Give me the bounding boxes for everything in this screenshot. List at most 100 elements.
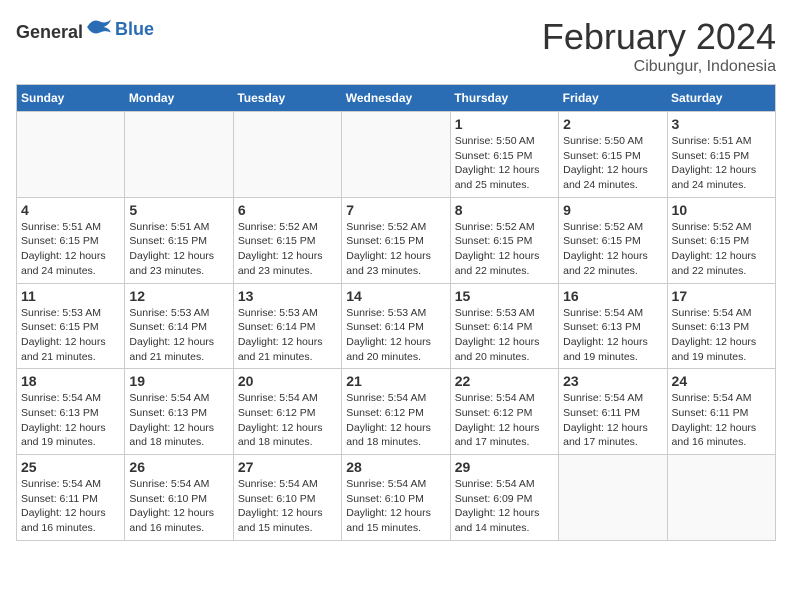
title-block: February 2024 Cibungur, Indonesia: [542, 16, 776, 76]
calendar-cell: 20Sunrise: 5:54 AM Sunset: 6:12 PM Dayli…: [233, 369, 341, 455]
week-row-2: 11 Sunrise: 5:53 AM Sunset: 6:15 PM Dayli…: [17, 283, 776, 369]
day-info: Sunrise: 5:54 AM Sunset: 6:10 PM Dayligh…: [346, 477, 445, 536]
day-header-tuesday: Tuesday: [233, 85, 341, 112]
day-header-wednesday: Wednesday: [342, 85, 450, 112]
day-info: Sunrise: 5:52 AM Sunset: 6:15 PM Dayligh…: [563, 220, 662, 279]
day-info: Sunrise: 5:54 AM Sunset: 6:12 PM Dayligh…: [346, 391, 445, 450]
day-number: 12: [129, 288, 228, 304]
day-info: Sunrise: 5:52 AM Sunset: 6:15 PM Dayligh…: [672, 220, 771, 279]
day-number: 17: [672, 288, 771, 304]
day-number: 19: [129, 373, 228, 389]
day-number: 20: [238, 373, 337, 389]
calendar-cell: [125, 112, 233, 198]
day-number: 21: [346, 373, 445, 389]
day-number: 16: [563, 288, 662, 304]
day-header-saturday: Saturday: [667, 85, 775, 112]
calendar-cell: 10 Sunrise: 5:52 AM Sunset: 6:15 PM Dayli…: [667, 197, 775, 283]
day-info: Sunrise: 5:53 AM Sunset: 6:14 PM Dayligh…: [455, 306, 554, 365]
calendar-cell: 18 Sunrise: 5:54 AM Sunset: 6:13 PM Dayli…: [17, 369, 125, 455]
week-row-4: 25Sunrise: 5:54 AM Sunset: 6:11 PM Dayli…: [17, 455, 776, 541]
day-info: Sunrise: 5:51 AM Sunset: 6:15 PM Dayligh…: [129, 220, 228, 279]
day-info: Sunrise: 5:53 AM Sunset: 6:14 PM Dayligh…: [346, 306, 445, 365]
calendar-cell: 29 Sunrise: 5:54 AM Sunset: 6:09 PM Dayli…: [450, 455, 558, 541]
location: Cibungur, Indonesia: [542, 58, 776, 76]
day-info: Sunrise: 5:54 AM Sunset: 6:10 PM Dayligh…: [238, 477, 337, 536]
day-number: 6: [238, 202, 337, 218]
day-info: Sunrise: 5:54 AM Sunset: 6:13 PM Dayligh…: [672, 306, 771, 365]
day-number: 7: [346, 202, 445, 218]
calendar-cell: 7 Sunrise: 5:52 AM Sunset: 6:15 PM Daylig…: [342, 197, 450, 283]
calendar-cell: 3 Sunrise: 5:51 AM Sunset: 6:15 PM Daylig…: [667, 112, 775, 198]
calendar-cell: [667, 455, 775, 541]
day-info: Sunrise: 5:53 AM Sunset: 6:15 PM Dayligh…: [21, 306, 120, 365]
day-info: Sunrise: 5:52 AM Sunset: 6:15 PM Dayligh…: [455, 220, 554, 279]
day-info: Sunrise: 5:52 AM Sunset: 6:15 PM Dayligh…: [346, 220, 445, 279]
logo-blue: Blue: [115, 19, 154, 40]
day-info: Sunrise: 5:54 AM Sunset: 6:10 PM Dayligh…: [129, 477, 228, 536]
day-number: 9: [563, 202, 662, 218]
day-number: 26: [129, 459, 228, 475]
day-header-sunday: Sunday: [17, 85, 125, 112]
day-number: 22: [455, 373, 554, 389]
page-header: General Blue February 2024 Cibungur, Ind…: [16, 16, 776, 76]
day-number: 8: [455, 202, 554, 218]
day-header-monday: Monday: [125, 85, 233, 112]
calendar-cell: 26 Sunrise: 5:54 AM Sunset: 6:10 PM Dayli…: [125, 455, 233, 541]
logo-general: General: [16, 22, 83, 42]
calendar-cell: 16 Sunrise: 5:54 AM Sunset: 6:13 PM Dayli…: [559, 283, 667, 369]
calendar-cell: 22Sunrise: 5:54 AM Sunset: 6:12 PM Dayli…: [450, 369, 558, 455]
day-info: Sunrise: 5:54 AM Sunset: 6:09 PM Dayligh…: [455, 477, 554, 536]
calendar-cell: 25Sunrise: 5:54 AM Sunset: 6:11 PM Dayli…: [17, 455, 125, 541]
day-info: Sunrise: 5:54 AM Sunset: 6:11 PM Dayligh…: [672, 391, 771, 450]
week-row-3: 18 Sunrise: 5:54 AM Sunset: 6:13 PM Dayli…: [17, 369, 776, 455]
calendar-cell: 13Sunrise: 5:53 AM Sunset: 6:14 PM Dayli…: [233, 283, 341, 369]
calendar-cell: [559, 455, 667, 541]
calendar-cell: 28 Sunrise: 5:54 AM Sunset: 6:10 PM Dayli…: [342, 455, 450, 541]
day-info: Sunrise: 5:51 AM Sunset: 6:15 PM Dayligh…: [21, 220, 120, 279]
day-number: 4: [21, 202, 120, 218]
day-info: Sunrise: 5:54 AM Sunset: 6:13 PM Dayligh…: [21, 391, 120, 450]
calendar-cell: 11 Sunrise: 5:53 AM Sunset: 6:15 PM Dayli…: [17, 283, 125, 369]
day-info: Sunrise: 5:54 AM Sunset: 6:11 PM Dayligh…: [563, 391, 662, 450]
day-number: 24: [672, 373, 771, 389]
calendar-cell: 19 Sunrise: 5:54 AM Sunset: 6:13 PM Dayli…: [125, 369, 233, 455]
week-row-1: 4 Sunrise: 5:51 AM Sunset: 6:15 PM Daylig…: [17, 197, 776, 283]
day-number: 14: [346, 288, 445, 304]
day-number: 25: [21, 459, 120, 475]
calendar-cell: 4 Sunrise: 5:51 AM Sunset: 6:15 PM Daylig…: [17, 197, 125, 283]
calendar-cell: 23 Sunrise: 5:54 AM Sunset: 6:11 PM Dayli…: [559, 369, 667, 455]
month-title: February 2024: [542, 16, 776, 58]
calendar-cell: [342, 112, 450, 198]
day-header-thursday: Thursday: [450, 85, 558, 112]
day-number: 5: [129, 202, 228, 218]
day-info: Sunrise: 5:50 AM Sunset: 6:15 PM Dayligh…: [563, 134, 662, 193]
day-number: 10: [672, 202, 771, 218]
day-number: 11: [21, 288, 120, 304]
calendar-cell: 21 Sunrise: 5:54 AM Sunset: 6:12 PM Dayli…: [342, 369, 450, 455]
calendar-cell: 5 Sunrise: 5:51 AM Sunset: 6:15 PM Daylig…: [125, 197, 233, 283]
day-header-friday: Friday: [559, 85, 667, 112]
calendar-cell: 24 Sunrise: 5:54 AM Sunset: 6:11 PM Dayli…: [667, 369, 775, 455]
day-number: 28: [346, 459, 445, 475]
day-number: 3: [672, 116, 771, 132]
logo-bird-icon: [85, 16, 113, 38]
calendar-cell: [17, 112, 125, 198]
day-number: 23: [563, 373, 662, 389]
day-info: Sunrise: 5:53 AM Sunset: 6:14 PM Dayligh…: [129, 306, 228, 365]
day-info: Sunrise: 5:54 AM Sunset: 6:13 PM Dayligh…: [129, 391, 228, 450]
calendar-cell: 17 Sunrise: 5:54 AM Sunset: 6:13 PM Dayli…: [667, 283, 775, 369]
day-number: 29: [455, 459, 554, 475]
calendar-cell: 9 Sunrise: 5:52 AM Sunset: 6:15 PM Daylig…: [559, 197, 667, 283]
calendar-cell: 2 Sunrise: 5:50 AM Sunset: 6:15 PM Daylig…: [559, 112, 667, 198]
calendar-cell: 6Sunrise: 5:52 AM Sunset: 6:15 PM Daylig…: [233, 197, 341, 283]
calendar-table: SundayMondayTuesdayWednesdayThursdayFrid…: [16, 84, 776, 541]
day-info: Sunrise: 5:50 AM Sunset: 6:15 PM Dayligh…: [455, 134, 554, 193]
day-number: 1: [455, 116, 554, 132]
day-number: 2: [563, 116, 662, 132]
day-number: 18: [21, 373, 120, 389]
calendar-cell: 15Sunrise: 5:53 AM Sunset: 6:14 PM Dayli…: [450, 283, 558, 369]
day-info: Sunrise: 5:51 AM Sunset: 6:15 PM Dayligh…: [672, 134, 771, 193]
day-info: Sunrise: 5:54 AM Sunset: 6:13 PM Dayligh…: [563, 306, 662, 365]
logo: General Blue: [16, 16, 154, 43]
calendar-cell: 1 Sunrise: 5:50 AM Sunset: 6:15 PM Daylig…: [450, 112, 558, 198]
